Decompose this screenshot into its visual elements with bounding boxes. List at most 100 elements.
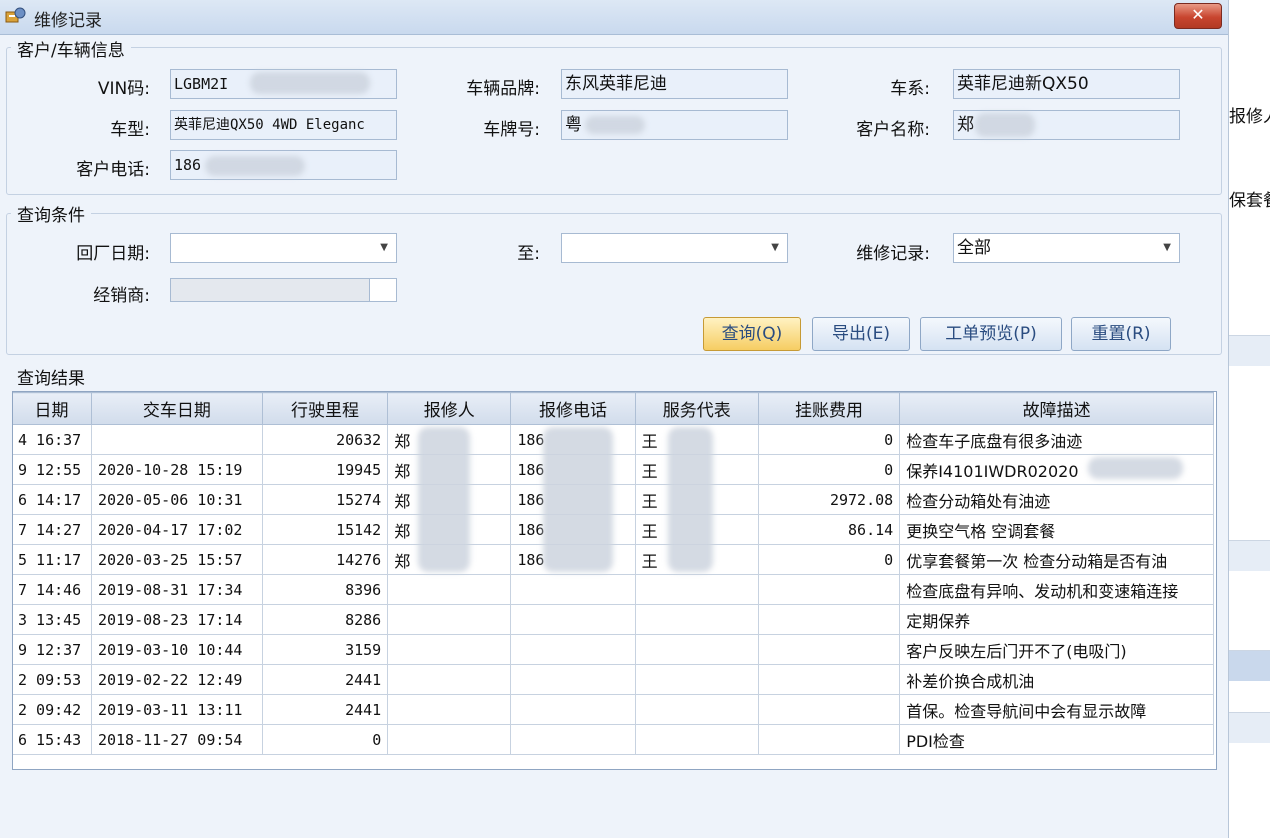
table-cell: 2020-04-17 17:02	[90, 514, 263, 545]
table-row[interactable]: 2 09:53 2019-02-22 12:49 2441 补差价换合成机油	[13, 664, 1214, 695]
table-row[interactable]: 7 14:46 2019-08-31 17:34 8396 检查底盘有异响、发动机和变…	[13, 574, 1214, 605]
table-cell: 5 11:17	[13, 544, 92, 575]
table-cell: 0	[757, 454, 901, 485]
table-cell: 2 09:53	[13, 664, 92, 695]
table-cell: 7 14:27	[13, 514, 92, 545]
table-cell: 9 12:37	[13, 634, 92, 665]
column-header[interactable]: 挂账费用	[757, 392, 901, 425]
table-cell	[634, 634, 759, 665]
table-cell: 8286	[261, 604, 389, 635]
close-button[interactable]: ✕	[1174, 3, 1222, 29]
plate-label: 车牌号:	[483, 120, 540, 140]
table-row[interactable]: 3 13:45 2019-08-23 17:14 8286 定期保养	[13, 604, 1214, 635]
dropdown-arrow-icon[interactable]: ▼	[380, 234, 388, 262]
table-row[interactable]: 6 15:43 2018-11-27 09:54 0 PDI检查	[13, 724, 1214, 755]
preview-button[interactable]: 工单预览(P)	[920, 317, 1062, 351]
brand-field[interactable]: 东风英菲尼迪	[561, 69, 788, 99]
table-cell: PDI检查	[899, 724, 1214, 755]
table-row[interactable]: 9 12:37 2019-03-10 10:44 3159 客户反映左后门开不了(电吸…	[13, 634, 1214, 665]
background-text: 报修人	[1229, 107, 1270, 127]
table-cell: 2019-08-23 17:14	[90, 604, 263, 635]
window-title: 维修记录	[34, 11, 102, 31]
table-cell: 2020-10-28 15:19	[90, 454, 263, 485]
table-cell: 2972.08	[757, 484, 901, 515]
to-date-picker[interactable]: ▼	[561, 233, 788, 263]
redaction-blur	[418, 427, 470, 572]
table-cell	[90, 424, 263, 455]
to-label: 至:	[517, 244, 540, 264]
column-header[interactable]: 交车日期	[90, 392, 263, 425]
column-header[interactable]: 故障描述	[899, 392, 1214, 425]
column-header[interactable]: 行驶里程	[261, 392, 389, 425]
series-label: 车系:	[890, 79, 930, 99]
redaction-blur	[205, 156, 305, 176]
table-cell: 检查底盘有异响、发动机和变速箱连接	[899, 574, 1214, 605]
table-cell: 20632	[261, 424, 389, 455]
table-cell: 2019-08-31 17:34	[90, 574, 263, 605]
table-cell: 检查分动箱处有油迹	[899, 484, 1214, 515]
redaction-blur	[668, 427, 713, 572]
table-cell	[387, 634, 512, 665]
table-cell: 2020-03-25 15:57	[90, 544, 263, 575]
table-cell: 7 14:46	[13, 574, 92, 605]
model-field[interactable]: 英菲尼迪QX50 4WD Eleganc	[170, 110, 397, 140]
table-cell	[510, 574, 636, 605]
table-row[interactable]: 2 09:42 2019-03-11 13:11 2441 首保。检查导航间中会有显示…	[13, 694, 1214, 725]
redaction-blur	[543, 427, 613, 572]
background-row	[1229, 540, 1270, 571]
table-cell: 补差价换合成机油	[899, 664, 1214, 695]
background-row	[1229, 650, 1270, 681]
table-header-row: 日期 交车日期 行驶里程 报修人 报修电话 服务代表 挂账费用 故障描述	[13, 392, 1214, 425]
table-cell: 9 12:55	[13, 454, 92, 485]
column-header[interactable]: 日期	[13, 392, 92, 425]
dealer-field[interactable]	[170, 278, 397, 302]
background-row	[1229, 712, 1270, 743]
background-row	[1229, 335, 1270, 366]
table-cell: 2020-05-06 10:31	[90, 484, 263, 515]
table-cell: 3159	[261, 634, 389, 665]
dealer-label: 经销商:	[93, 286, 150, 306]
results-table[interactable]: 日期 交车日期 行驶里程 报修人 报修电话 服务代表 挂账费用 故障描述 4 1…	[12, 391, 1217, 770]
dropdown-arrow-icon[interactable]: ▼	[771, 234, 779, 262]
return-date-label: 回厂日期:	[76, 244, 150, 264]
record-select[interactable]: 全部 ▼	[953, 233, 1180, 263]
table-cell: 8396	[261, 574, 389, 605]
table-cell: 更换空气格 空调套餐	[899, 514, 1214, 545]
table-cell	[510, 634, 636, 665]
table-cell: 0	[757, 544, 901, 575]
reset-button[interactable]: 重置(R)	[1071, 317, 1171, 351]
table-cell: 6 15:43	[13, 724, 92, 755]
background-text: 保套餐	[1229, 191, 1270, 211]
redaction-blur	[975, 113, 1035, 137]
table-cell: 2441	[261, 694, 389, 725]
dropdown-arrow-icon[interactable]: ▼	[1163, 234, 1171, 262]
table-cell: 0	[261, 724, 389, 755]
table-cell: 2441	[261, 664, 389, 695]
export-button[interactable]: 导出(E)	[812, 317, 910, 351]
table-cell	[387, 724, 512, 755]
table-cell	[634, 724, 759, 755]
table-cell	[757, 694, 901, 725]
column-header[interactable]: 报修电话	[510, 392, 636, 425]
table-cell: 2019-02-22 12:49	[90, 664, 263, 695]
table-cell: 3 13:45	[13, 604, 92, 635]
customer-name-label: 客户名称:	[856, 120, 930, 140]
table-cell: 首保。检查导航间中会有显示故障	[899, 694, 1214, 725]
record-select-value: 全部	[957, 238, 991, 258]
table-cell: 定期保养	[899, 604, 1214, 635]
query-button[interactable]: 查询(Q)	[703, 317, 801, 351]
redaction-blur	[250, 72, 370, 94]
table-cell	[757, 574, 901, 605]
table-cell: 19945	[261, 454, 389, 485]
column-header[interactable]: 服务代表	[634, 392, 759, 425]
table-cell	[757, 604, 901, 635]
series-field[interactable]: 英菲尼迪新QX50	[953, 69, 1180, 99]
return-date-picker[interactable]: ▼	[170, 233, 397, 263]
table-cell: 15274	[261, 484, 389, 515]
table-cell: 4 16:37	[13, 424, 92, 455]
table-cell: 优享套餐第一次 检查分动箱是否有油	[899, 544, 1214, 575]
table-cell: 0	[757, 424, 901, 455]
table-cell	[510, 694, 636, 725]
dealer-picker-button[interactable]	[369, 279, 396, 301]
column-header[interactable]: 报修人	[387, 392, 512, 425]
